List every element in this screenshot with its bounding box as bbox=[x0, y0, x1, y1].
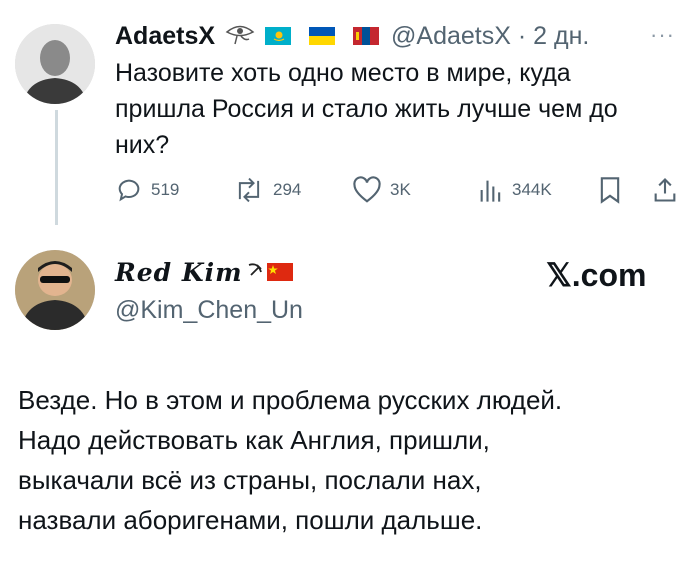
reply-text-line: Надо действовать как Англия, пришли, bbox=[18, 425, 490, 455]
like-button[interactable]: 3K bbox=[352, 175, 411, 205]
post-text-line: пришла Россия и стало жить лучше чем до bbox=[115, 95, 618, 123]
reply-author-avatar[interactable] bbox=[15, 250, 95, 330]
reply-text: Везде. Но в этом и проблема русских люде… bbox=[18, 380, 698, 540]
thread-line bbox=[55, 110, 58, 225]
repost-button[interactable]: 294 bbox=[233, 175, 301, 205]
eye-of-horus-icon bbox=[225, 23, 255, 50]
author-name[interactable]: AdaetsX bbox=[115, 22, 215, 51]
bookmark-icon bbox=[600, 177, 620, 204]
post-text: Назовите хоть одно место в мире, куда пр… bbox=[115, 55, 695, 163]
author-avatar[interactable] bbox=[15, 24, 95, 104]
reply-author-name[interactable]: Red Kim bbox=[115, 258, 243, 287]
reply-button[interactable]: 519 bbox=[115, 175, 179, 205]
reply-header: Red Kim bbox=[115, 256, 293, 288]
heart-icon bbox=[353, 176, 381, 203]
ukraine-flag-icon bbox=[309, 27, 336, 45]
reply-count: 519 bbox=[151, 180, 180, 199]
reply-text-line: назвали аборигенами, пошли дальше. bbox=[18, 505, 483, 535]
like-count: 3K bbox=[390, 180, 411, 199]
reply-handle[interactable]: @Kim_Chen_Un bbox=[115, 296, 303, 325]
more-options-icon[interactable]: ··· bbox=[650, 22, 675, 48]
reply-text-line: Везде. Но в этом и проблема русских люде… bbox=[18, 385, 563, 415]
post-text-line: Назовите хоть одно место в мире, куда bbox=[115, 59, 571, 87]
hammer-sickle-icon bbox=[245, 260, 265, 285]
bookmark-button[interactable] bbox=[598, 175, 622, 205]
repost-count: 294 bbox=[273, 180, 302, 199]
kazakhstan-flag-icon bbox=[265, 27, 292, 45]
reply-text-line: выкачали всё из страны, послали нах, bbox=[18, 465, 482, 495]
china-flag-icon bbox=[266, 263, 293, 281]
views-count: 344K bbox=[512, 180, 552, 199]
reply-icon bbox=[118, 179, 140, 202]
repost-icon bbox=[238, 177, 260, 203]
x-watermark: 𝕏.com bbox=[546, 257, 647, 293]
share-button[interactable] bbox=[652, 175, 678, 205]
post-text-line: них? bbox=[115, 131, 170, 159]
share-icon bbox=[654, 178, 676, 202]
views-button[interactable]: 344K bbox=[478, 175, 552, 205]
handle-and-time[interactable]: @AdaetsX · 2 дн. bbox=[391, 22, 589, 51]
mongolia-flag-icon bbox=[353, 27, 380, 45]
analytics-icon bbox=[480, 180, 501, 202]
post-header: AdaetsX @AdaetsX · 2 дн. bbox=[115, 20, 589, 52]
